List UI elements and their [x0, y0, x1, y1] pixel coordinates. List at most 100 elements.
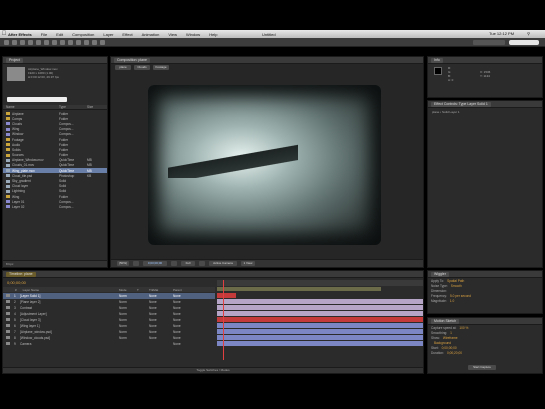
current-time-indicator[interactable] — [223, 280, 224, 360]
layer-parent[interactable]: None — [173, 330, 181, 334]
col-name[interactable]: Name — [6, 105, 15, 109]
subtab-footage[interactable]: Footage — [153, 64, 169, 70]
layer-mode[interactable]: Norm — [119, 336, 127, 340]
work-area-bar[interactable] — [217, 287, 381, 291]
resolution-dropdown[interactable]: Full — [181, 261, 195, 266]
visibility-eye-icon[interactable] — [6, 300, 10, 304]
workspace-dropdown[interactable] — [473, 40, 505, 45]
control-value[interactable]: 5.0 per second — [450, 294, 471, 298]
menu-composition[interactable]: Composition — [72, 32, 94, 37]
layer-duration-bar[interactable] — [217, 317, 423, 322]
type-tool-icon[interactable] — [68, 39, 73, 45]
timeline-layer-row[interactable]: 8 [Window_clouds.psd] Norm None None — [3, 335, 215, 341]
tab-timeline[interactable]: Timeline: plane — [6, 271, 36, 277]
pan-behind-tool-icon[interactable] — [44, 39, 49, 45]
layer-name[interactable]: [Airplane_window.psd] — [20, 330, 52, 334]
menu-app[interactable]: After Effects — [8, 32, 32, 37]
timeline-layer-row[interactable]: 5 [Cloud layer 3] Norm None None — [3, 317, 215, 323]
layer-duration-bar[interactable] — [217, 299, 423, 304]
start-capture-button[interactable]: Start Capture — [468, 365, 496, 370]
layer-mode[interactable]: Norm — [119, 294, 127, 298]
visibility-eye-icon[interactable] — [6, 294, 10, 298]
layer-trkmat[interactable]: None — [149, 300, 157, 304]
clone-tool-icon[interactable] — [84, 39, 89, 45]
eraser-tool-icon[interactable] — [92, 39, 97, 45]
control-value[interactable]: Background — [434, 341, 451, 345]
selection-tool-icon[interactable] — [4, 39, 9, 45]
snapshot-icon[interactable] — [171, 261, 177, 266]
grid-icon[interactable] — [133, 261, 139, 266]
col-size[interactable]: Size — [87, 105, 93, 109]
timecode-display[interactable]: 0;00;00;00 — [143, 261, 167, 266]
visibility-eye-icon[interactable] — [6, 342, 10, 346]
search-help-input[interactable] — [509, 40, 539, 45]
col-type[interactable]: Type — [59, 105, 66, 109]
layer-mode[interactable]: Norm — [119, 330, 127, 334]
layer-name[interactable]: [Layer Solid 1] — [20, 294, 40, 298]
timeline-layer-row[interactable]: 1 [Layer Solid 1] Norm None None — [3, 293, 215, 299]
layer-duration-bar[interactable] — [217, 329, 423, 334]
menu-window[interactable]: Window — [186, 32, 200, 37]
tab-wiggler[interactable]: Wiggler — [431, 271, 449, 277]
layer-parent[interactable]: None — [173, 306, 181, 310]
layer-name[interactable]: Camera — [20, 342, 31, 346]
control-value[interactable]: 1 — [450, 331, 452, 335]
composition-viewer[interactable] — [148, 85, 381, 245]
layer-duration-bar[interactable] — [217, 341, 423, 346]
camera-dropdown[interactable]: Active Camera — [209, 261, 237, 266]
layer-mode[interactable]: Norm — [119, 300, 127, 304]
layer-parent[interactable]: None — [173, 318, 181, 322]
timeline-layer-row[interactable]: 3 Contrast Norm None None — [3, 305, 215, 311]
layer-name[interactable]: [Adjustment Layer] — [20, 312, 47, 316]
visibility-eye-icon[interactable] — [6, 330, 10, 334]
menu-edit[interactable]: Edit — [56, 32, 63, 37]
layer-trkmat[interactable]: None — [149, 312, 157, 316]
layer-trkmat[interactable]: None — [149, 324, 157, 328]
control-value[interactable]: Spatial Path — [447, 279, 464, 283]
layer-duration-bar[interactable] — [217, 311, 423, 316]
control-value[interactable]: 100 % — [459, 326, 468, 330]
control-value[interactable]: 0;00;00;00 — [442, 346, 457, 350]
bpc-indicator[interactable]: 8 bpc — [6, 262, 13, 266]
spotlight-icon[interactable]: ⚲ — [527, 31, 530, 36]
layer-trkmat[interactable]: None — [149, 306, 157, 310]
control-value[interactable]: 1.0 — [450, 299, 454, 303]
layer-name[interactable]: [Window_clouds.psd] — [20, 336, 50, 340]
layer-trkmat[interactable]: None — [149, 336, 157, 340]
menu-file[interactable]: File — [41, 32, 47, 37]
time-ruler[interactable] — [217, 280, 423, 286]
layer-parent[interactable]: None — [173, 342, 181, 346]
menu-view[interactable]: View — [168, 32, 177, 37]
apple-icon[interactable]:  — [0, 31, 8, 37]
layer-duration-bar[interactable] — [217, 323, 423, 328]
layer-trkmat[interactable]: None — [149, 318, 157, 322]
puppet-tool-icon[interactable] — [100, 39, 105, 45]
col-trkmat[interactable]: TrkMat — [149, 288, 158, 292]
view-layout-dropdown[interactable]: 1 View — [241, 261, 255, 266]
tab-project[interactable]: Project — [6, 57, 23, 63]
layer-name[interactable]: Contrast — [20, 306, 32, 310]
layer-mode[interactable]: Norm — [119, 324, 127, 328]
project-search-input[interactable] — [7, 97, 67, 102]
visibility-eye-icon[interactable] — [6, 324, 10, 328]
control-value[interactable]: Smooth — [451, 284, 462, 288]
project-item[interactable]: Layer 02 Compos... — [3, 204, 107, 209]
layer-parent[interactable]: None — [173, 336, 181, 340]
menu-effect[interactable]: Effect — [122, 32, 132, 37]
layer-name[interactable]: [Wing layer 1] — [20, 324, 40, 328]
layer-mode[interactable]: Norm — [119, 312, 127, 316]
hand-tool-icon[interactable] — [12, 39, 17, 45]
layer-name[interactable]: [Cloud layer 3] — [20, 318, 41, 322]
menu-layer[interactable]: Layer — [103, 32, 113, 37]
subtab-plane[interactable]: plane — [115, 64, 131, 70]
timeline-layer-row[interactable]: 6 [Wing layer 1] Norm None None — [3, 323, 215, 329]
toggle-switches-modes[interactable]: Toggle Switches / Modes — [196, 368, 229, 372]
timeline-layer-row[interactable]: 7 [Airplane_window.psd] Norm None None — [3, 329, 215, 335]
layer-parent[interactable]: None — [173, 294, 181, 298]
layer-name[interactable]: [Plane layer 2] — [20, 300, 40, 304]
timeline-timecode[interactable]: 0;00;00;00 — [7, 280, 26, 285]
layer-duration-bar[interactable] — [217, 293, 236, 298]
visibility-eye-icon[interactable] — [6, 306, 10, 310]
layer-mode[interactable]: Norm — [119, 306, 127, 310]
layer-mode[interactable]: Norm — [119, 318, 127, 322]
